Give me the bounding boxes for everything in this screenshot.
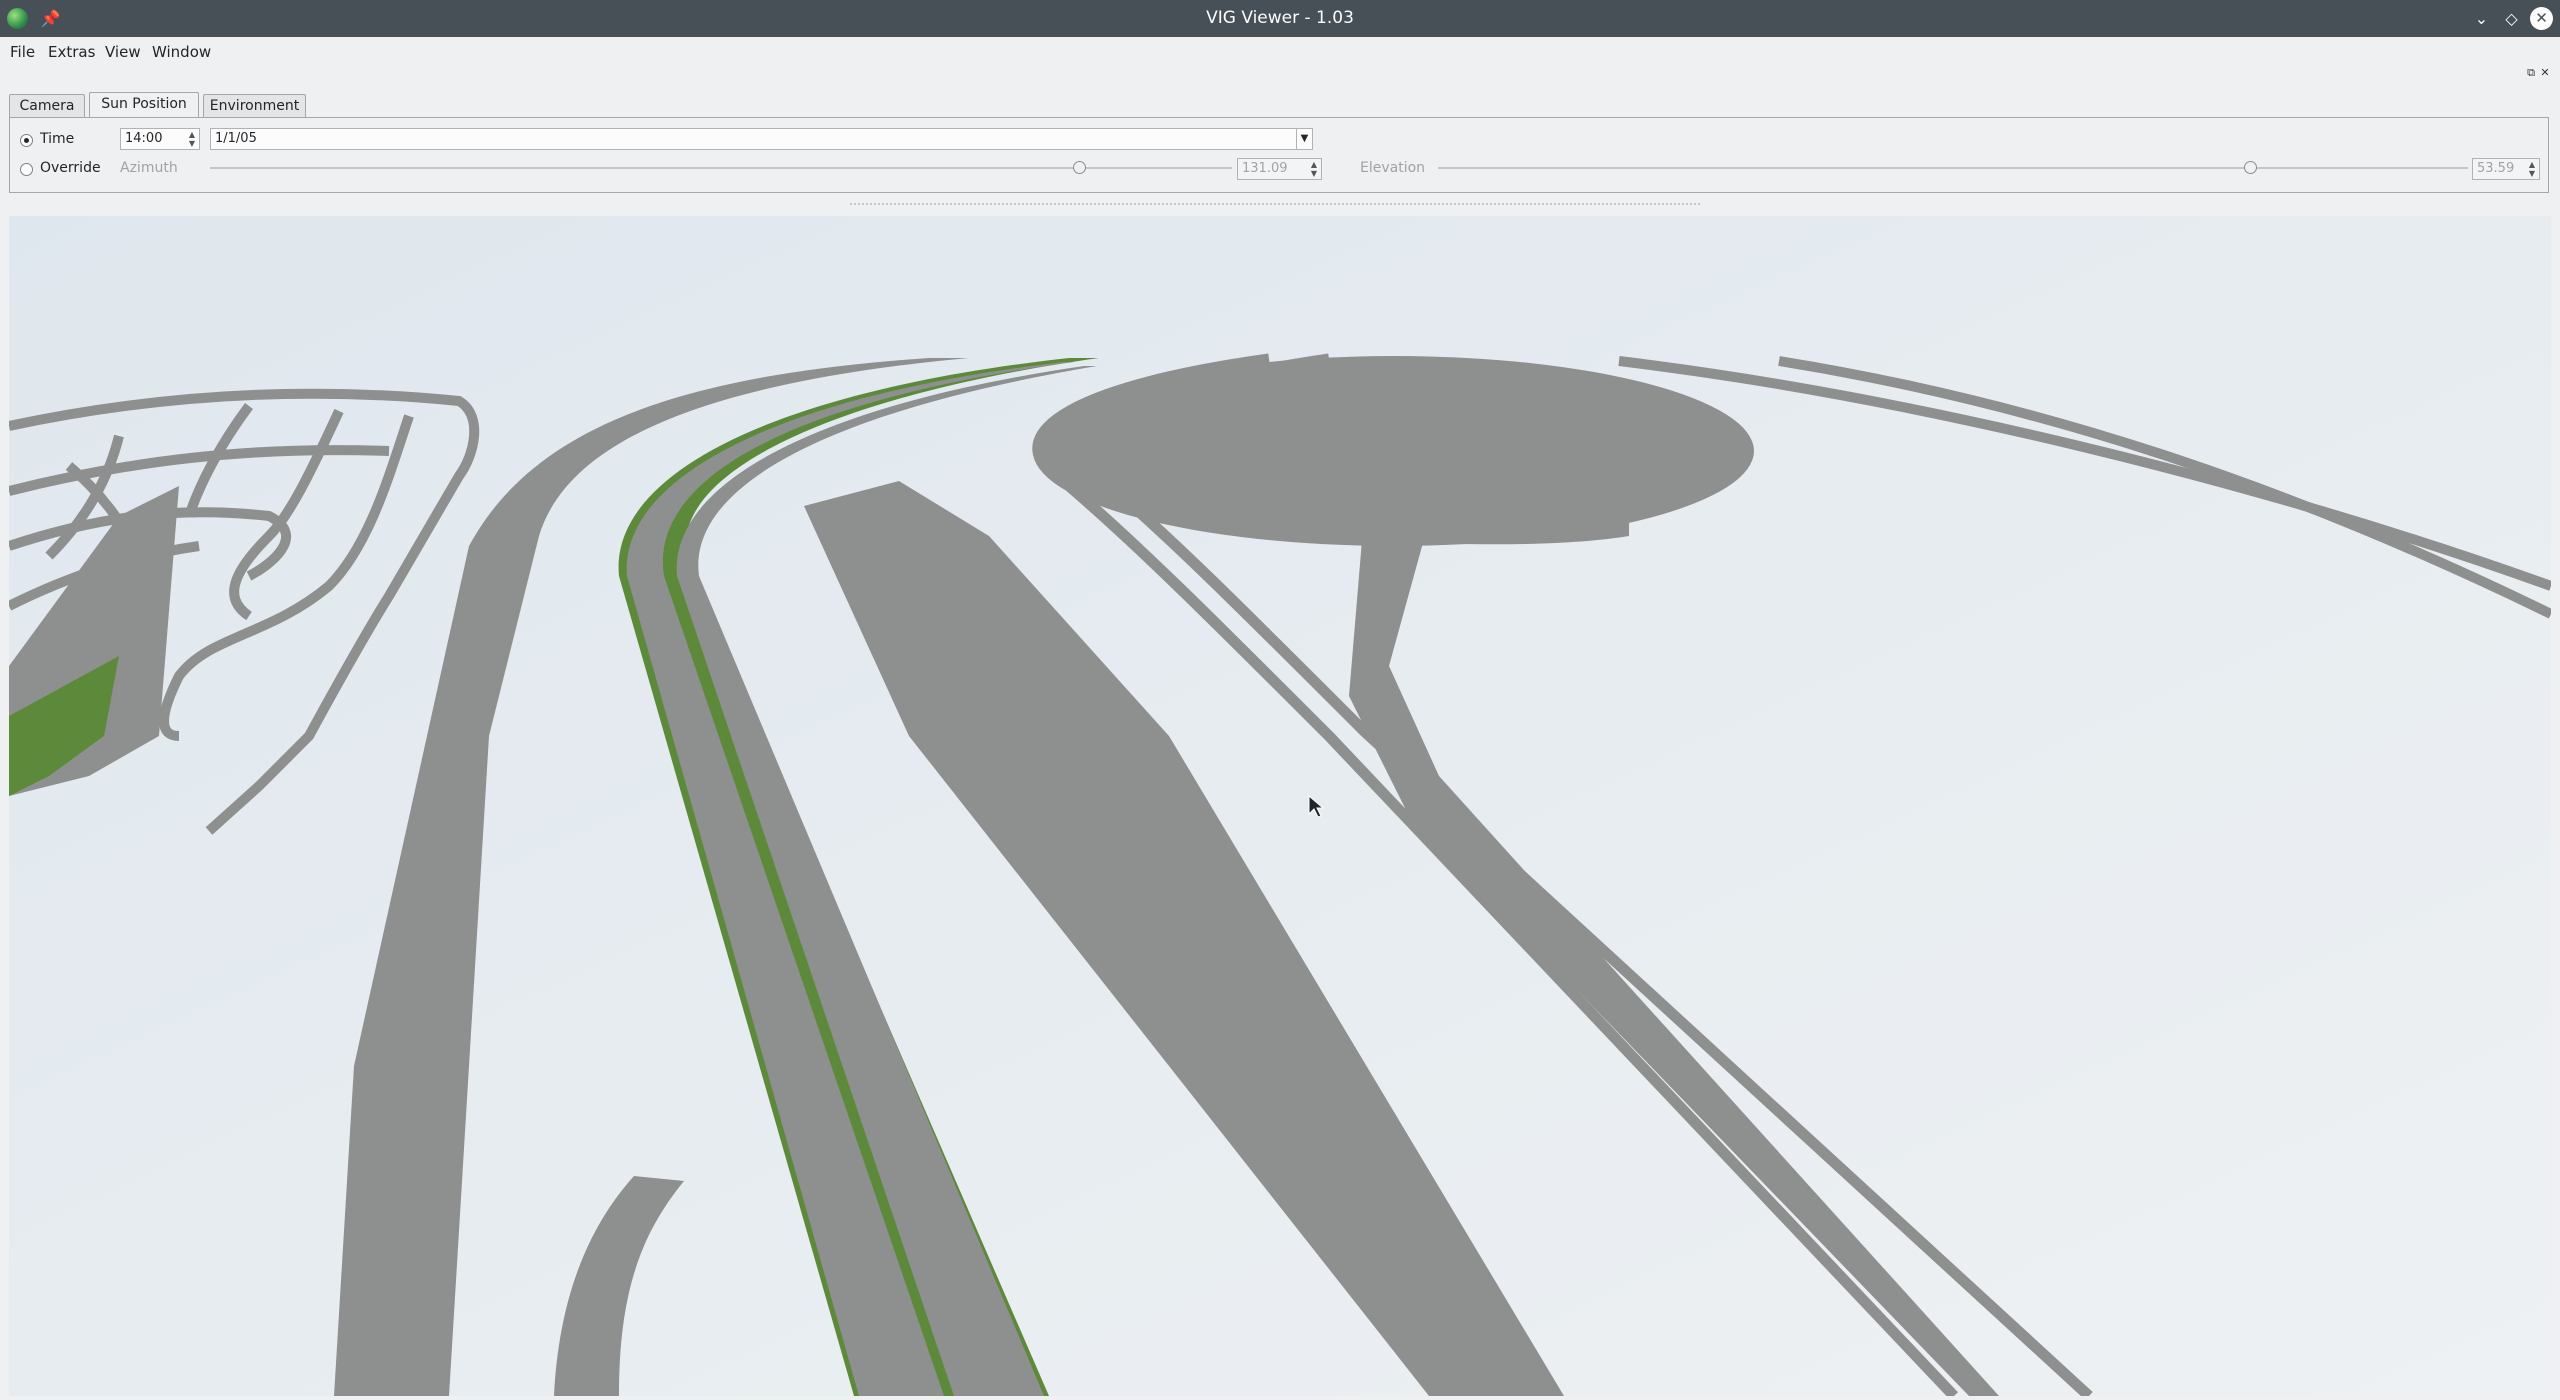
title-bar[interactable]: 📌 VIG Viewer - 1.03 ⌄ ◇ ✕ <box>0 0 2560 37</box>
menu-extras[interactable]: Extras <box>48 43 95 61</box>
chevron-down-icon[interactable]: ⌄ <box>2470 7 2493 30</box>
azimuth-value: 131.09 <box>1242 161 1288 176</box>
menu-bar: File Extras View Window <box>0 37 2560 65</box>
dock-controls: ⧉ ✕ <box>2524 66 2552 80</box>
time-spinbox[interactable]: 14:00 ▲ ▼ <box>120 128 200 150</box>
menu-file[interactable]: File <box>10 43 35 61</box>
elevation-value: 53.59 <box>2477 161 2515 176</box>
azimuth-spinbox[interactable]: 131.09 ▲ ▼ <box>1237 158 1322 180</box>
app-window: 📌 VIG Viewer - 1.03 ⌄ ◇ ✕ File Extras Vi… <box>0 0 2560 1400</box>
elevation-slider-handle[interactable] <box>2244 161 2257 174</box>
time-label: Time <box>40 131 75 147</box>
time-radio[interactable] <box>20 134 33 147</box>
close-icon[interactable]: ✕ <box>2538 66 2552 80</box>
menu-view[interactable]: View <box>105 43 141 61</box>
window-title: VIG Viewer - 1.03 <box>1206 8 1354 28</box>
date-combobox[interactable]: 1/1/05 ▼ <box>210 128 1313 150</box>
elevation-spinbox[interactable]: 53.59 ▲ ▼ <box>2472 158 2540 180</box>
road-scene <box>9 216 2551 1396</box>
date-value: 1/1/05 <box>215 131 257 146</box>
chevron-down-icon[interactable]: ▼ <box>1296 129 1312 149</box>
override-radio[interactable] <box>20 163 33 176</box>
spin-arrows-icon[interactable]: ▲ ▼ <box>186 130 198 148</box>
azimuth-slider[interactable] <box>210 160 1232 176</box>
close-icon[interactable]: ✕ <box>2530 7 2553 30</box>
diamond-icon[interactable]: ◇ <box>2500 7 2523 30</box>
azimuth-label: Azimuth <box>120 160 178 176</box>
float-icon[interactable]: ⧉ <box>2524 66 2538 80</box>
menu-window[interactable]: Window <box>152 43 211 61</box>
azimuth-slider-handle[interactable] <box>1073 161 1086 174</box>
override-label: Override <box>40 160 101 176</box>
time-value: 14:00 <box>125 131 163 146</box>
dock-splitter[interactable] <box>850 203 1700 205</box>
elevation-slider[interactable] <box>1438 160 2468 176</box>
elevation-label: Elevation <box>1360 160 1426 176</box>
elevation-slider-groove <box>1438 167 2468 169</box>
sun-position-panel: Time 14:00 ▲ ▼ 1/1/05 ▼ Override Azimuth … <box>9 117 2549 193</box>
tab-camera[interactable]: Camera <box>9 94 85 118</box>
spin-arrows-icon[interactable]: ▲ ▼ <box>2526 160 2538 178</box>
tab-sun-position[interactable]: Sun Position <box>89 92 199 118</box>
spin-arrows-icon[interactable]: ▲ ▼ <box>1308 160 1320 178</box>
3d-viewport[interactable] <box>9 216 2551 1396</box>
tab-environment[interactable]: Environment <box>203 94 306 118</box>
